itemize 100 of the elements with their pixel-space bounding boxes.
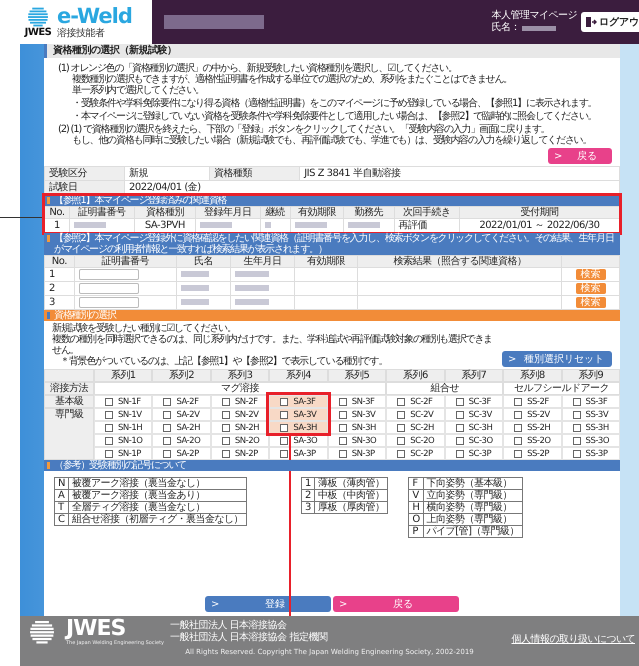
checkbox[interactable] [397, 436, 406, 444]
checkbox[interactable] [572, 398, 581, 406]
grade-option[interactable]: SS-3O [562, 434, 620, 447]
checkbox[interactable] [456, 410, 464, 418]
grade-option[interactable]: SC-2F [386, 395, 445, 408]
column-header: 勤務先 [343, 206, 394, 218]
grade-option[interactable]: SC-3H [444, 421, 504, 434]
grade-option[interactable]: SA-2O [152, 434, 211, 447]
checkbox[interactable] [105, 424, 113, 432]
grade-option[interactable]: SA-2V [152, 408, 211, 421]
checkbox[interactable] [338, 424, 347, 432]
grade-option[interactable]: SA-3V [269, 408, 328, 421]
checkbox[interactable] [572, 410, 581, 418]
checkbox[interactable] [456, 436, 464, 444]
column-header: 検索結果（照合する関連資格） [358, 256, 562, 268]
privacy-link[interactable]: 個人情報の取り扱いについて [512, 632, 635, 646]
grade-option[interactable]: SC-2O [386, 434, 445, 447]
checkbox[interactable] [222, 398, 230, 406]
grade-option[interactable]: SA-3P [269, 447, 328, 460]
checkbox[interactable] [572, 424, 581, 432]
checkbox[interactable] [572, 450, 581, 458]
checkbox[interactable] [222, 450, 230, 458]
checkbox[interactable] [280, 436, 288, 444]
grade-option[interactable]: SA-3H [269, 421, 328, 434]
certificate-number-field[interactable] [78, 297, 139, 308]
grade-option[interactable]: SC-3V [444, 408, 504, 421]
back-button[interactable]: > 戻る [548, 148, 612, 164]
grade-option[interactable]: SC-2H [386, 421, 445, 434]
checkbox[interactable] [397, 450, 406, 458]
checkbox[interactable] [338, 398, 347, 406]
certificate-number-field[interactable] [78, 283, 139, 294]
checkbox[interactable] [514, 436, 522, 444]
grade-option[interactable]: SN-1F [94, 395, 152, 408]
grade-option[interactable]: SC-2V [386, 408, 445, 421]
checkbox[interactable] [280, 398, 288, 406]
grade-option[interactable]: SS-2P [503, 447, 562, 460]
grade-option[interactable]: SN-1H [94, 421, 152, 434]
checkbox[interactable] [456, 424, 464, 432]
grade-option[interactable]: SN-3O [328, 434, 386, 447]
checkbox[interactable] [222, 424, 230, 432]
checkbox[interactable] [514, 424, 522, 432]
grade-option[interactable]: SA-2F [152, 395, 211, 408]
column-header: 継続 [260, 206, 290, 218]
checkbox[interactable] [163, 398, 172, 406]
legend-meaning: パイプ[管]（専門級） [423, 526, 523, 538]
checkbox[interactable] [397, 398, 406, 406]
grade-option[interactable]: SA-2P [152, 447, 211, 460]
redacted-block [522, 26, 556, 30]
checkbox[interactable] [514, 450, 522, 458]
checkbox[interactable] [280, 450, 288, 458]
checkbox[interactable] [163, 450, 172, 458]
column-header: 次回手続き [394, 206, 460, 218]
checkbox[interactable] [397, 410, 406, 418]
action-button[interactable]: > 登録 [205, 596, 331, 612]
action-button[interactable]: > 戻る [333, 596, 459, 612]
grade-option[interactable]: SS-2F [503, 395, 562, 408]
checkbox[interactable] [163, 436, 172, 444]
checkbox[interactable] [222, 436, 230, 444]
grade-option[interactable]: SS-3F [562, 395, 620, 408]
grade-option[interactable]: SN-1P [94, 447, 152, 460]
grade-option[interactable]: SN-1O [94, 434, 152, 447]
grade-option[interactable]: SN-3P [328, 447, 386, 460]
checkbox[interactable] [572, 436, 581, 444]
reset-button[interactable]: > 種別選択リセット [502, 351, 612, 367]
grade-option[interactable]: SS-3H [562, 421, 620, 434]
grade-option[interactable]: SS-2H [503, 421, 562, 434]
checkbox[interactable] [514, 398, 522, 406]
grade-option[interactable]: SN-1V [94, 408, 152, 421]
legend-symbol: V [408, 490, 424, 502]
grade-option[interactable]: SC-3P [444, 447, 504, 460]
checkbox[interactable] [105, 410, 113, 418]
grade-option[interactable]: SS-3P [562, 447, 620, 460]
grade-option[interactable]: SA-3F [269, 395, 328, 408]
checkbox[interactable] [338, 450, 347, 458]
checkbox[interactable] [338, 436, 347, 444]
legend-meaning: 被覆アーク溶接（裏当金あり） [68, 490, 246, 502]
checkbox[interactable] [105, 398, 113, 406]
checkbox[interactable] [456, 450, 464, 458]
grade-option[interactable]: SS-3V [562, 408, 620, 421]
checkbox[interactable] [222, 410, 230, 418]
grade-option[interactable]: SC-2P [386, 447, 445, 460]
checkbox[interactable] [105, 436, 113, 444]
checkbox[interactable] [280, 424, 288, 432]
grade-option[interactable]: SS-2V [503, 408, 562, 421]
checkbox[interactable] [397, 424, 406, 432]
checkbox[interactable] [514, 410, 522, 418]
logout-button[interactable]: ログアウ [581, 12, 639, 32]
grade-option[interactable]: SS-2O [503, 434, 562, 447]
grade-option[interactable]: SC-3O [444, 434, 504, 447]
certificate-number-field[interactable] [78, 269, 139, 280]
grade-option[interactable]: SN-2P [210, 447, 270, 460]
grade-option[interactable]: SA-2H [152, 421, 211, 434]
checkbox[interactable] [280, 410, 288, 418]
checkbox[interactable] [105, 450, 113, 458]
checkbox[interactable] [163, 424, 172, 432]
checkbox[interactable] [338, 410, 347, 418]
checkbox[interactable] [456, 398, 464, 406]
grade-option[interactable]: SN-2O [210, 434, 270, 447]
checkbox[interactable] [163, 410, 172, 418]
grade-option[interactable]: SC-3F [444, 395, 504, 408]
